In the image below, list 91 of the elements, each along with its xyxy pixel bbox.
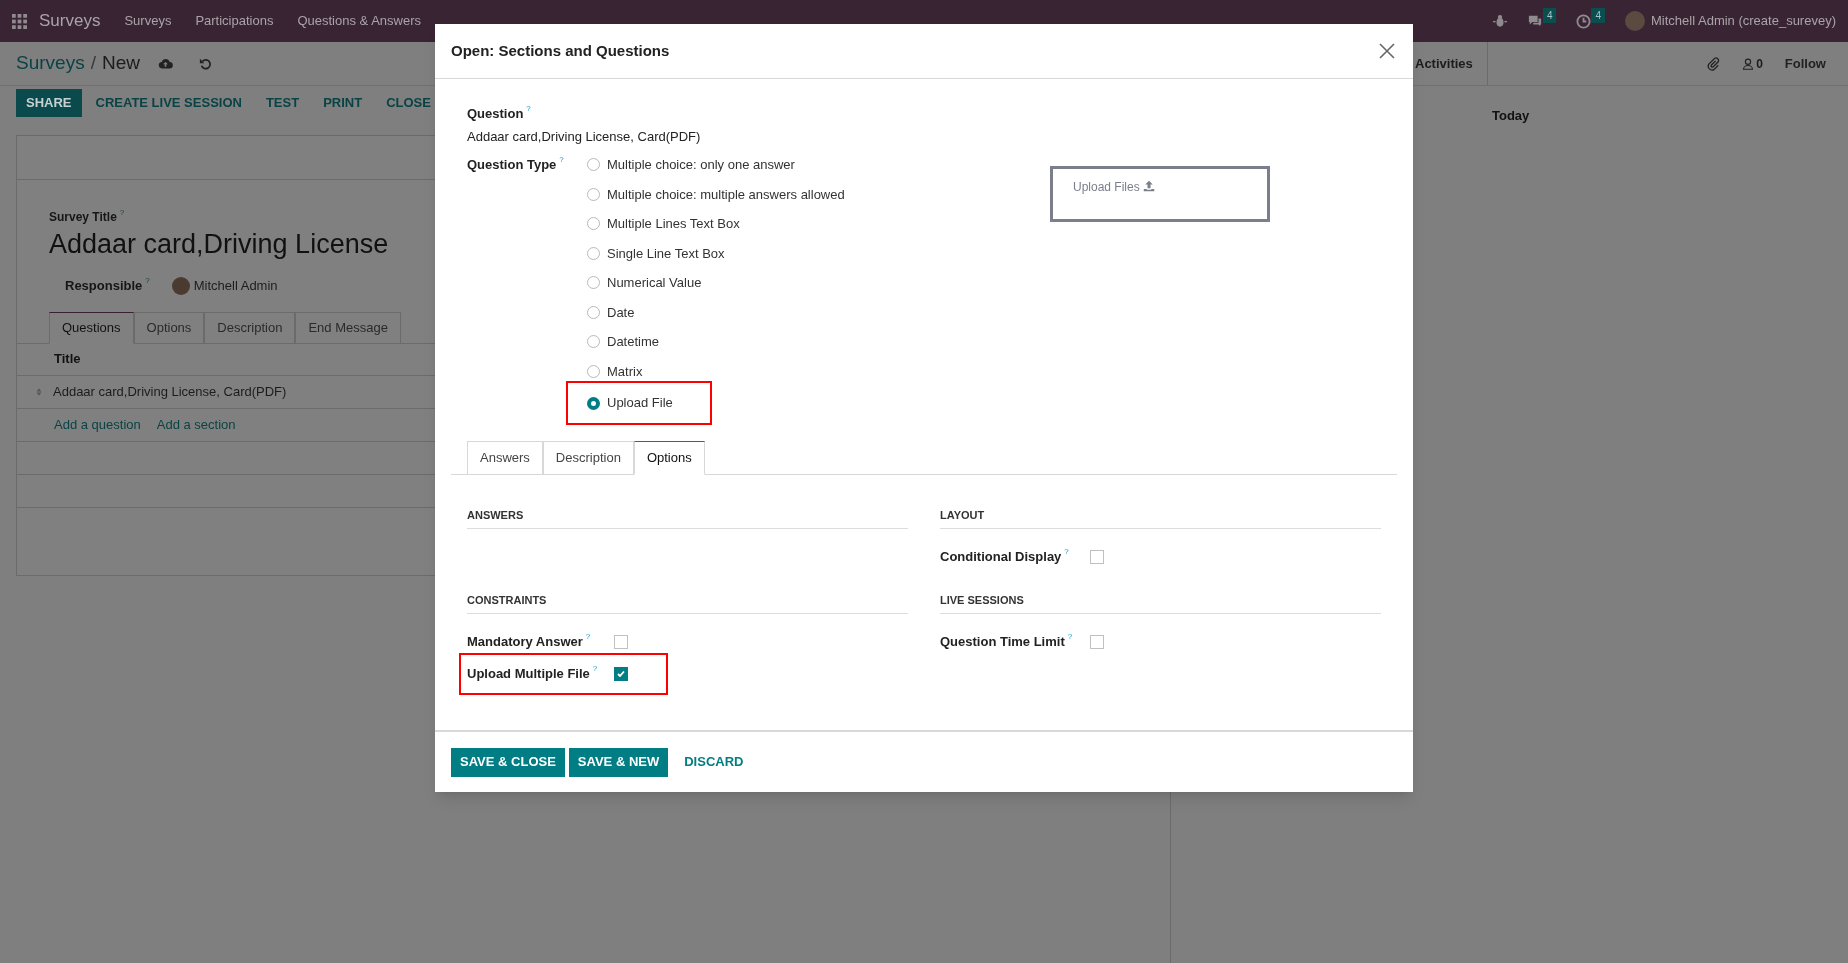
field-label: Mandatory Answer (467, 632, 583, 651)
breadcrumb-item: New (101, 51, 140, 76)
menu-item[interactable]: Surveys (124, 11, 172, 31)
dialog-title: Open: Sections and Questions (451, 40, 671, 61)
follow-button[interactable]: Follow (1784, 53, 1826, 74)
dialog-tab[interactable]: Options (633, 441, 705, 475)
apps-grid-icon (12, 13, 27, 29)
radio-button[interactable] (587, 364, 600, 378)
help-mark[interactable]: ? (585, 631, 591, 642)
undo-icon (198, 56, 213, 71)
question-value[interactable]: Addaar card,Driving License, Card(PDF) (451, 126, 1397, 146)
dialog-button[interactable]: SAVE & CLOSE (451, 747, 565, 777)
radio-button[interactable] (587, 305, 600, 319)
section-heading: LAYOUT (940, 509, 985, 521)
checkbox[interactable] (1090, 549, 1104, 564)
radio-button[interactable] (587, 187, 600, 201)
close-button[interactable] (1377, 41, 1397, 61)
radio-label[interactable]: Multiple Lines Text Box (607, 214, 740, 234)
field-label: Upload Multiple File (467, 664, 590, 683)
form-tab[interactable]: Options (133, 311, 205, 344)
field-label: Question Type (467, 156, 557, 174)
person-icon (1742, 56, 1755, 71)
toolbar-button[interactable]: TEST (255, 89, 310, 117)
menu-item[interactable]: Participations (195, 11, 274, 31)
radio-label[interactable]: Multiple choice: only one answer (607, 155, 795, 175)
help-mark[interactable]: ? (1067, 631, 1073, 642)
check-icon (616, 668, 626, 679)
toolbar-button[interactable]: CREATE LIVE SESSION (85, 89, 252, 117)
avatar (171, 276, 190, 295)
toolbar-button[interactable]: CLOSE (376, 89, 441, 117)
form-tab[interactable]: Description (204, 311, 296, 344)
responsible-value[interactable]: Mitchell Admin (193, 276, 278, 296)
radio-label[interactable]: Numerical Value (607, 273, 702, 293)
menu-item[interactable]: Questions & Answers (297, 11, 421, 31)
section-heading: ANSWERS (467, 509, 524, 521)
date-separator: Today (1492, 107, 1530, 125)
toolbar-button[interactable]: PRINT (313, 89, 373, 117)
radio-button[interactable] (587, 158, 600, 172)
breadcrumb-separator: / (90, 51, 96, 76)
help-mark[interactable]: ? (119, 208, 125, 218)
bug-icon (1492, 14, 1507, 28)
checkbox[interactable] (1090, 634, 1104, 649)
cloud-upload-icon (157, 57, 173, 70)
form-tab[interactable]: Questions (49, 311, 134, 344)
upload-icon (1142, 180, 1155, 192)
radio-label[interactable]: Upload File (607, 393, 673, 413)
table-cell-text: Addaar card,Driving License, Card(PDF) (53, 382, 287, 401)
radio-button[interactable] (587, 217, 600, 231)
radio-button[interactable] (587, 335, 600, 349)
toolbar-button[interactable]: SHARE (16, 89, 82, 117)
help-mark[interactable]: ? (592, 663, 598, 674)
add-line-link[interactable]: Add a section (156, 414, 236, 435)
radio-label[interactable]: Matrix (607, 361, 643, 381)
field-label: Question Time Limit (940, 632, 1065, 651)
field-label: Responsible (65, 277, 143, 295)
chat-bubble-icon (1526, 14, 1543, 28)
field-label: Survey Title (49, 209, 117, 226)
avatar[interactable] (1625, 11, 1646, 31)
help-mark[interactable]: ? (1064, 546, 1069, 557)
add-line-link[interactable]: Add a question (54, 414, 141, 435)
radio-label[interactable]: Single Line Text Box (607, 243, 725, 263)
dialog-tab[interactable]: Description (542, 441, 634, 475)
section-heading: LIVE SESSIONS (940, 594, 1024, 606)
dialog-button[interactable]: SAVE & NEW (568, 747, 669, 777)
count-badge: 4 (1591, 7, 1606, 23)
user-name[interactable]: Mitchell Admin (create_surevey) (1651, 11, 1836, 31)
clock-icon (1576, 13, 1592, 29)
help-mark[interactable]: ? (559, 155, 564, 165)
radio-button[interactable] (587, 276, 600, 290)
field-label: Question (467, 105, 524, 123)
checkbox[interactable] (614, 666, 628, 681)
followers-count[interactable]: 0 (1756, 54, 1763, 73)
paperclip-icon (1706, 56, 1721, 71)
help-mark[interactable]: ? (526, 104, 531, 114)
help-mark[interactable]: ? (145, 276, 150, 286)
radio-label[interactable]: Date (607, 302, 635, 322)
field-label: Conditional Display (940, 547, 1062, 566)
breadcrumb-item[interactable]: Surveys (16, 49, 85, 78)
dialog-tab[interactable]: Answers (467, 441, 543, 475)
radio-button[interactable] (587, 246, 600, 260)
column-header[interactable]: Title (54, 349, 81, 369)
radio-button[interactable] (587, 396, 600, 410)
checkbox[interactable] (614, 634, 628, 649)
app-name[interactable]: Surveys (39, 8, 101, 34)
form-tab[interactable]: End Message (295, 311, 401, 344)
radio-label[interactable]: Multiple choice: multiple answers allowed (607, 184, 845, 204)
count-badge: 4 (1542, 8, 1557, 23)
upload-files-label: Upload Files (1073, 179, 1140, 196)
dialog-button[interactable]: DISCARD (672, 747, 756, 777)
section-heading: CONSTRAINTS (467, 594, 547, 606)
radio-label[interactable]: Datetime (607, 332, 660, 352)
